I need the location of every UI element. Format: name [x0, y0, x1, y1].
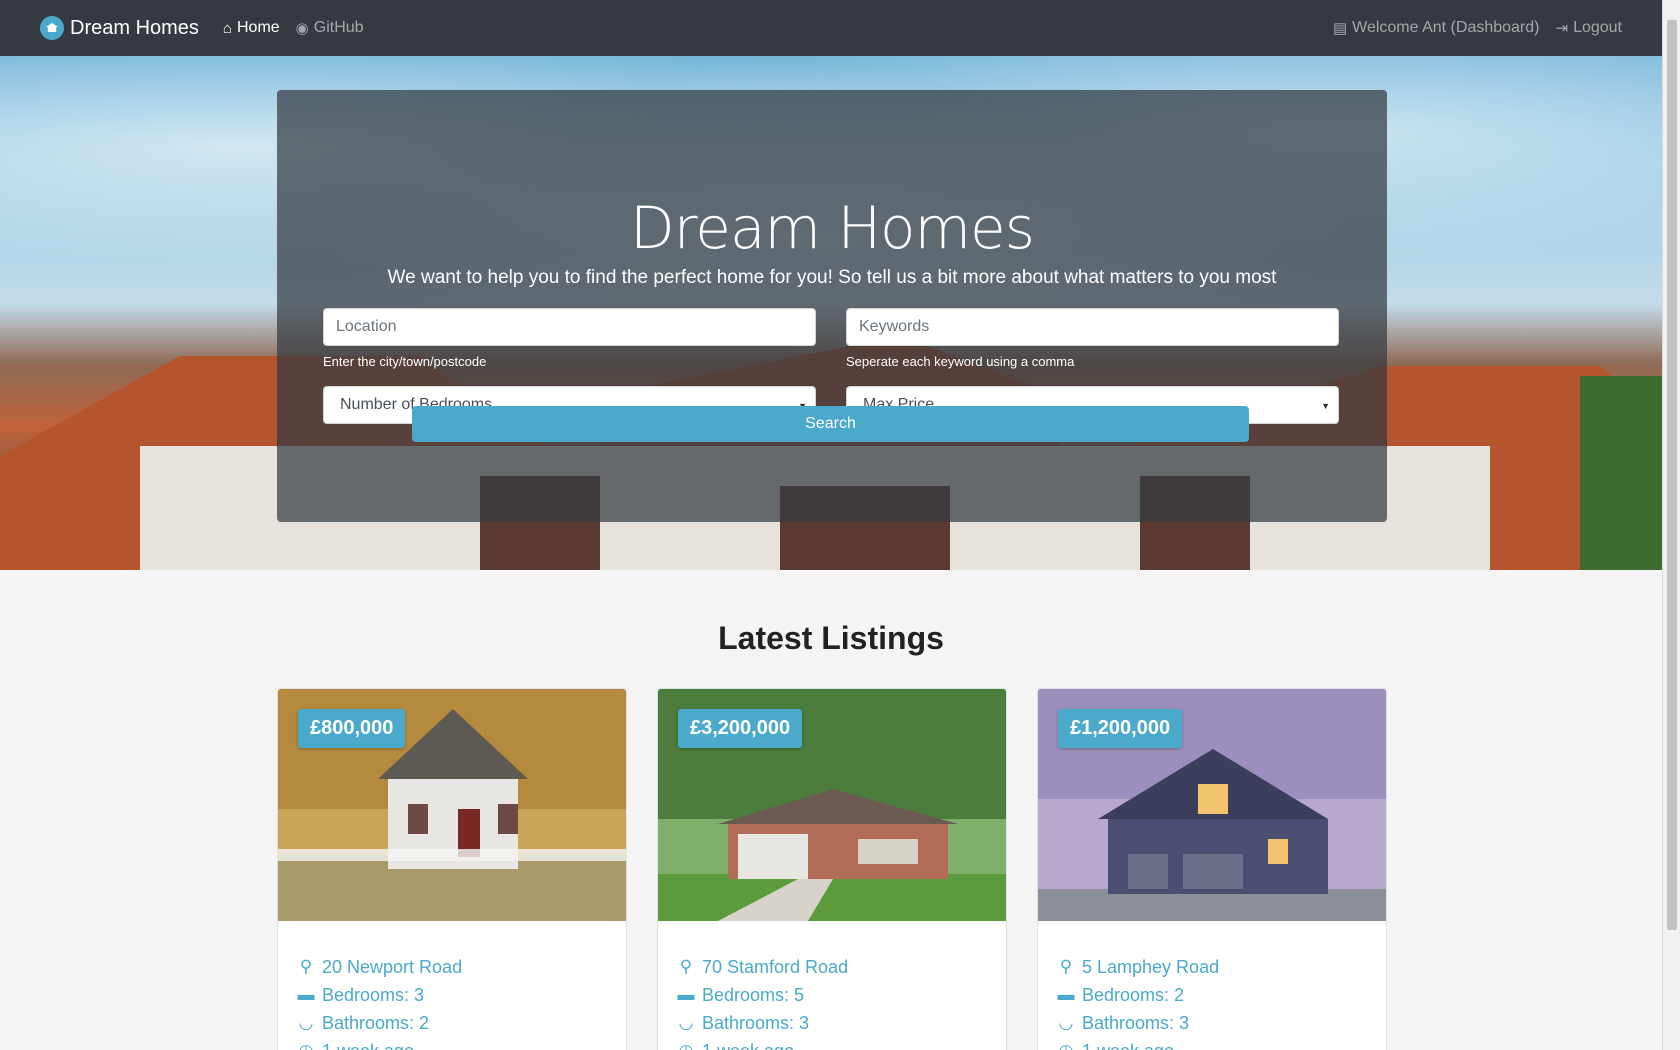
- home-logo-icon: [40, 16, 64, 40]
- brand-label: Dream Homes: [70, 16, 199, 39]
- brand-link[interactable]: Dream Homes: [40, 16, 199, 40]
- listing-bedrooms: ▬ Bedrooms: 2: [1050, 981, 1386, 1009]
- keywords-help: Seperate each keyword using a comma: [846, 354, 1075, 369]
- nav-home[interactable]: ⌂ Home: [223, 19, 280, 37]
- hero-subtitle: We want to help you to find the perfect …: [387, 267, 1277, 288]
- bath-icon: ◡: [1058, 1013, 1074, 1032]
- clipboard-icon: ▤: [1332, 20, 1348, 37]
- listing-card[interactable]: £3,200,000 ⚲ 70 Stamford Road ▬ Bedrooms…: [657, 688, 1007, 1050]
- price-badge: £800,000: [298, 709, 406, 748]
- chevron-down-icon: ▼: [1321, 401, 1330, 411]
- listing-card[interactable]: £1,200,000 ⚲ 5 Lamphey Road ▬ Bedrooms: …: [1037, 688, 1387, 1050]
- listing-details: ⚲ 5 Lamphey Road ▬ Bedrooms: 2 ◡ Bathroo…: [1038, 921, 1386, 1050]
- map-marker-icon: ⚲: [1059, 957, 1073, 976]
- listing-bathrooms: ◡ Bathrooms: 3: [670, 1009, 1006, 1037]
- listing-bathrooms: ◡ Bathrooms: 3: [1050, 1009, 1386, 1037]
- listing-photo[interactable]: £1,200,000: [1038, 689, 1386, 921]
- listing-address-text: 70 Stamford Road: [702, 956, 849, 977]
- listing-address[interactable]: ⚲ 5 Lamphey Road: [1050, 953, 1386, 981]
- listing-address[interactable]: ⚲ 70 Stamford Road: [670, 953, 1006, 981]
- nav-github-label: GitHub: [313, 19, 364, 36]
- location-placeholder: Location: [336, 318, 397, 335]
- listing-posted: ◷ 1 week ago: [1050, 1037, 1386, 1050]
- listing-bedrooms: ▬ Bedrooms: 3: [290, 981, 626, 1009]
- logout-icon: ⇥: [1555, 20, 1569, 37]
- nav-right-group: ▤ Welcome Ant (Dashboard) ⇥ Logout: [1317, 19, 1622, 37]
- nav-logout-label: Logout: [1573, 19, 1622, 36]
- nav-github[interactable]: ◉ GitHub: [296, 19, 364, 37]
- listing-bathrooms: ◡ Bathrooms: 2: [290, 1009, 626, 1037]
- listing-bedrooms-text: Bedrooms: 2: [1082, 984, 1185, 1005]
- hero-section: Dream Homes We want to help you to find …: [0, 56, 1662, 570]
- listing-posted: ◷ 1 week ago: [290, 1037, 626, 1050]
- listing-posted-text: 1 week ago: [702, 1041, 794, 1050]
- listing-details: ⚲ 70 Stamford Road ▬ Bedrooms: 5 ◡ Bathr…: [658, 921, 1006, 1050]
- clock-icon: ◷: [290, 1041, 322, 1050]
- bath-icon: ◡: [678, 1013, 694, 1032]
- keywords-input[interactable]: Keywords: [846, 308, 1339, 346]
- top-navbar: Dream Homes ⌂ Home ◉ GitHub ▤ Welcome An…: [0, 0, 1662, 56]
- nav-dashboard-label: Welcome Ant (Dashboard): [1352, 19, 1540, 36]
- listing-card[interactable]: £800,000 ⚲ 20 Newport Road ▬ Bedrooms: 3…: [277, 688, 627, 1050]
- github-icon: ◉: [295, 20, 309, 37]
- search-panel: Dream Homes We want to help you to find …: [277, 90, 1387, 522]
- listing-bedrooms-text: Bedrooms: 5: [702, 984, 805, 1005]
- listing-bedrooms: ▬ Bedrooms: 5: [670, 981, 1006, 1009]
- listing-bathrooms-text: Bathrooms: 3: [702, 1012, 810, 1033]
- bed-icon: ▬: [677, 985, 695, 1004]
- listing-address-text: 20 Newport Road: [322, 956, 463, 977]
- listing-bedrooms-text: Bedrooms: 3: [322, 984, 425, 1005]
- price-badge: £3,200,000: [678, 709, 803, 748]
- listing-address-text: 5 Lamphey Road: [1082, 956, 1220, 977]
- nav-home-label: Home: [236, 19, 280, 36]
- location-help: Enter the city/town/postcode: [323, 354, 487, 369]
- nav-dashboard[interactable]: ▤ Welcome Ant (Dashboard): [1333, 19, 1540, 37]
- bed-icon: ▬: [1057, 985, 1075, 1004]
- location-input[interactable]: Location: [323, 308, 816, 346]
- search-button[interactable]: Search: [412, 406, 1249, 442]
- map-marker-icon: ⚲: [299, 957, 313, 976]
- listing-posted: ◷ 1 week ago: [670, 1037, 1006, 1050]
- clock-icon: ◷: [1050, 1041, 1082, 1050]
- page-scrollbar[interactable]: [1662, 0, 1680, 1050]
- map-marker-icon: ⚲: [679, 957, 693, 976]
- listing-photo[interactable]: £3,200,000: [658, 689, 1006, 921]
- listing-posted-text: 1 week ago: [322, 1041, 414, 1050]
- bath-icon: ◡: [298, 1013, 314, 1032]
- nav-logout[interactable]: ⇥ Logout: [1555, 19, 1622, 37]
- listing-photo[interactable]: £800,000: [278, 689, 626, 921]
- home-icon: ⌂: [222, 19, 232, 37]
- hero-title: Dream Homes: [630, 194, 1035, 262]
- listing-details: ⚲ 20 Newport Road ▬ Bedrooms: 3 ◡ Bathro…: [278, 921, 626, 1050]
- listing-bathrooms-text: Bathrooms: 3: [1082, 1012, 1190, 1033]
- listing-address[interactable]: ⚲ 20 Newport Road: [290, 953, 626, 981]
- scrollbar-thumb[interactable]: [1667, 20, 1677, 930]
- listing-posted-text: 1 week ago: [1082, 1041, 1174, 1050]
- clock-icon: ◷: [670, 1041, 702, 1050]
- price-badge: £1,200,000: [1058, 709, 1183, 748]
- latest-listings-title: Latest Listings: [718, 620, 944, 656]
- bed-icon: ▬: [297, 985, 315, 1004]
- listing-bathrooms-text: Bathrooms: 2: [322, 1012, 430, 1033]
- keywords-placeholder: Keywords: [859, 318, 930, 335]
